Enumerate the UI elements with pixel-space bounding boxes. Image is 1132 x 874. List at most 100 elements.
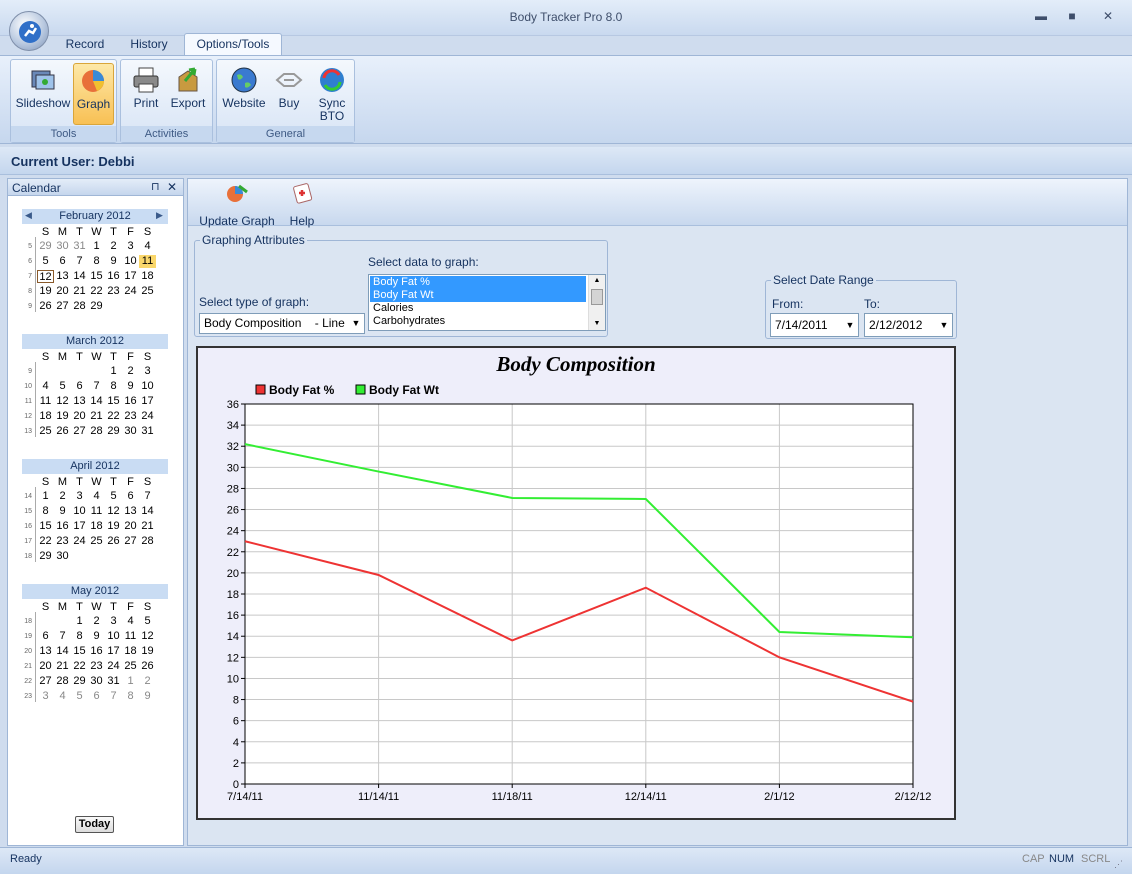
calendar-day[interactable]: 20 (37, 660, 54, 673)
calendar-day[interactable]: 10 (105, 630, 122, 643)
graph-type-dropdown[interactable]: Body Composition - Line ▼ (199, 313, 365, 334)
calendar-day[interactable]: 1 (122, 675, 139, 688)
listbox-scrollbar[interactable]: ▲ ▼ (588, 275, 605, 330)
calendar-day[interactable]: 12 (139, 630, 156, 643)
calendar-day[interactable]: 6 (88, 690, 105, 703)
to-date-picker[interactable]: 2/12/2012 ▼ (864, 313, 953, 337)
calendar-day[interactable]: 9 (88, 630, 105, 643)
calendar-day[interactable]: 8 (88, 255, 105, 268)
calendar-day[interactable]: 24 (139, 410, 156, 423)
calendar-day[interactable]: 4 (88, 490, 105, 503)
calendar-day[interactable]: 4 (139, 240, 156, 253)
calendar-day[interactable]: 10 (139, 380, 156, 393)
calendar-day[interactable]: 1 (88, 240, 105, 253)
calendar-day[interactable]: 3 (105, 615, 122, 628)
calendar-day[interactable]: 24 (105, 660, 122, 673)
calendar-day[interactable]: 7 (88, 380, 105, 393)
calendar-day[interactable]: 6 (122, 490, 139, 503)
calendar-day[interactable]: 7 (71, 255, 88, 268)
calendar-day[interactable]: 28 (54, 675, 71, 688)
calendar-day[interactable]: 9 (105, 255, 122, 268)
close-button[interactable]: ✕ (1097, 7, 1119, 25)
data-list-item[interactable]: Body Fat % (370, 276, 586, 289)
calendar-day[interactable]: 12 (105, 505, 122, 518)
calendar-day[interactable]: 27 (122, 535, 139, 548)
calendar-day[interactable]: 26 (37, 300, 54, 313)
calendar-day[interactable]: 6 (37, 630, 54, 643)
calendar-day[interactable]: 9 (54, 505, 71, 518)
calendar-day[interactable]: 5 (37, 255, 54, 268)
calendar-day[interactable]: 28 (88, 425, 105, 438)
calendar-day[interactable]: 3 (122, 240, 139, 253)
calendar-day[interactable]: 23 (88, 660, 105, 673)
calendar-day[interactable]: 26 (54, 425, 71, 438)
calendar-day[interactable]: 4 (37, 380, 54, 393)
calendar-day[interactable]: 2 (122, 365, 139, 378)
calendar-day[interactable]: 23 (122, 410, 139, 423)
calendar-day[interactable]: 2 (139, 675, 156, 688)
calendar-day[interactable]: 29 (37, 240, 54, 253)
calendar-day[interactable]: 6 (54, 255, 71, 268)
calendar-day[interactable]: 7 (54, 630, 71, 643)
calendar-day[interactable]: 15 (71, 645, 88, 658)
calendar-day[interactable]: 12 (54, 395, 71, 408)
calendar-day[interactable]: 21 (139, 520, 156, 533)
calendar-day[interactable]: 31 (139, 425, 156, 438)
calendar-day[interactable]: 1 (71, 615, 88, 628)
calendar-day[interactable]: 22 (88, 285, 105, 298)
calendar-day[interactable]: 13 (71, 395, 88, 408)
calendar-day[interactable]: 30 (54, 240, 71, 253)
calendar-day[interactable]: 19 (139, 645, 156, 658)
data-list-item[interactable]: Carbohydrates (370, 315, 586, 328)
calendar-day[interactable]: 3 (71, 490, 88, 503)
calendar-day[interactable]: 14 (139, 505, 156, 518)
print-button[interactable]: Print (126, 63, 166, 125)
calendar-day-today[interactable]: 12 (37, 270, 54, 283)
today-button[interactable]: Today (75, 816, 114, 833)
scroll-up-icon[interactable]: ▲ (589, 275, 605, 287)
calendar-day[interactable]: 22 (71, 660, 88, 673)
calendar-day[interactable]: 20 (54, 285, 71, 298)
data-list-item[interactable]: Body Fat Wt (370, 289, 586, 302)
calendar-day[interactable]: 10 (71, 505, 88, 518)
calendar-day[interactable]: 31 (105, 675, 122, 688)
calendar-day[interactable]: 19 (37, 285, 54, 298)
calendar-day[interactable]: 16 (88, 645, 105, 658)
next-month-icon[interactable]: ▶ (156, 210, 163, 221)
resize-grip-icon[interactable]: ⋰ (1114, 859, 1123, 870)
calendar-day[interactable]: 16 (122, 395, 139, 408)
calendar-day[interactable]: 25 (139, 285, 156, 298)
calendar-day[interactable]: 31 (71, 240, 88, 253)
graph-button[interactable]: Graph (73, 63, 114, 125)
calendar-day[interactable]: 29 (105, 425, 122, 438)
calendar-day[interactable]: 23 (105, 285, 122, 298)
calendar-day[interactable]: 24 (122, 285, 139, 298)
tab-options-tools[interactable]: Options/Tools (184, 33, 282, 57)
calendar-day[interactable]: 21 (71, 285, 88, 298)
calendar-day[interactable]: 27 (37, 675, 54, 688)
calendar-day[interactable]: 27 (71, 425, 88, 438)
calendar-day[interactable]: 28 (139, 535, 156, 548)
data-listbox[interactable]: Body Fat % Body Fat Wt Calories Carbohydrat… (368, 274, 606, 331)
calendar-day[interactable]: 30 (54, 550, 71, 563)
slideshow-button[interactable]: Slideshow (14, 63, 72, 125)
data-list-item[interactable]: Calories (370, 302, 586, 315)
calendar-day[interactable]: 26 (105, 535, 122, 548)
calendar-day[interactable]: 11 (122, 630, 139, 643)
calendar-day[interactable]: 7 (139, 490, 156, 503)
calendar-day[interactable]: 4 (54, 690, 71, 703)
calendar-day[interactable]: 2 (54, 490, 71, 503)
calendar-day[interactable]: 14 (71, 270, 88, 283)
calendar-day[interactable]: 25 (37, 425, 54, 438)
calendar-day[interactable]: 5 (105, 490, 122, 503)
calendar-day[interactable]: 27 (54, 300, 71, 313)
calendar-day[interactable]: 11 (37, 395, 54, 408)
calendar-day[interactable]: 23 (54, 535, 71, 548)
calendar-day[interactable]: 10 (122, 255, 139, 268)
minimize-button[interactable]: ▬ (1030, 7, 1052, 25)
calendar-day[interactable]: 13 (122, 505, 139, 518)
calendar-day-selected[interactable]: 11 (139, 255, 156, 268)
calendar-day[interactable]: 1 (105, 365, 122, 378)
calendar-day[interactable]: 24 (71, 535, 88, 548)
calendar-day[interactable]: 8 (37, 505, 54, 518)
